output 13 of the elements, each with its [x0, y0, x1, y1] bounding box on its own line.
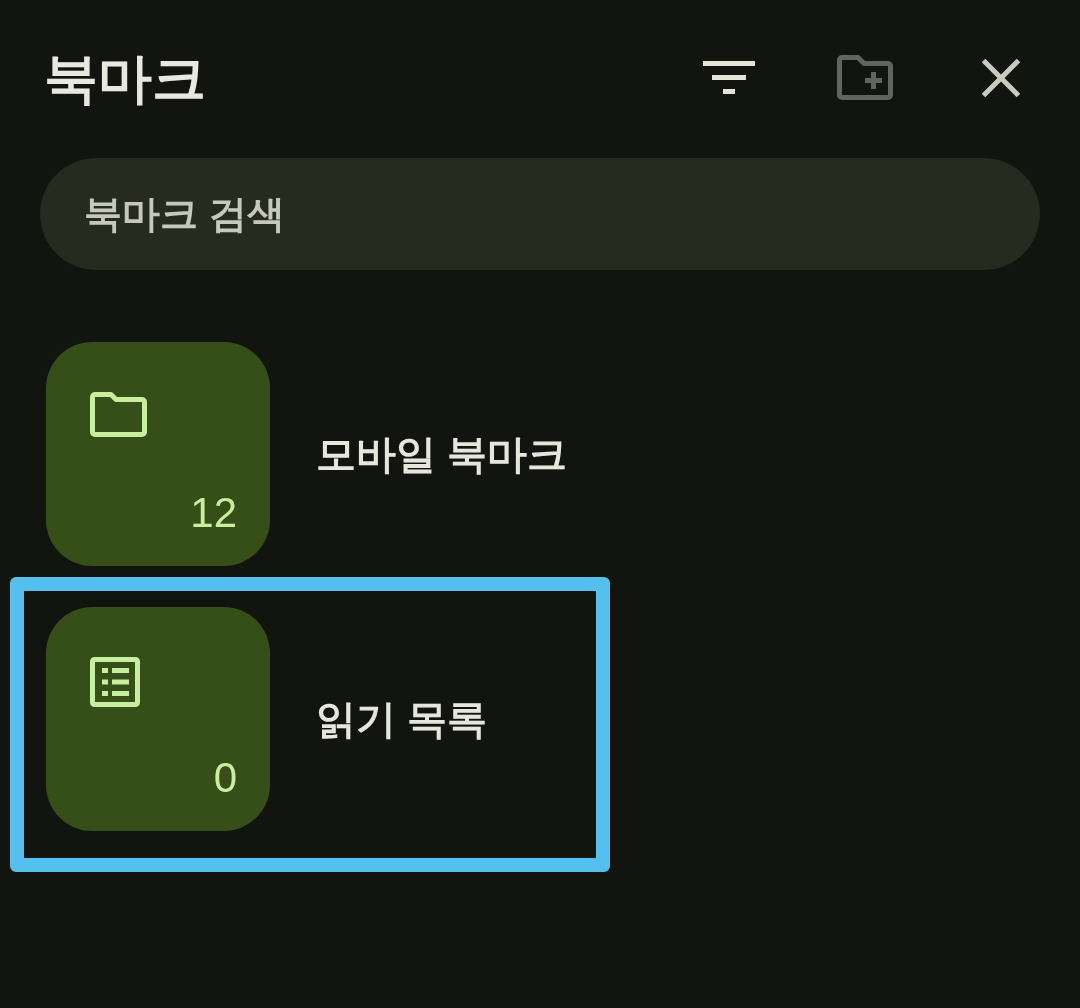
item-count: 0	[213, 757, 237, 799]
search-field[interactable]: 북마크 검색	[40, 158, 1040, 270]
folder-tile[interactable]: 12	[46, 342, 270, 566]
item-title[interactable]: 읽기 목록	[316, 699, 488, 739]
list-icon	[90, 657, 140, 707]
reading-list-tile[interactable]: 0	[46, 607, 270, 831]
filter-icon	[703, 61, 755, 94]
item-count: 12	[190, 492, 237, 534]
close-icon	[982, 58, 1020, 97]
folder-icon	[90, 392, 147, 437]
panel-title: 북마크	[43, 50, 206, 105]
folder-plus-icon	[837, 55, 893, 100]
item-title[interactable]: 모바일 북마크	[316, 434, 568, 474]
